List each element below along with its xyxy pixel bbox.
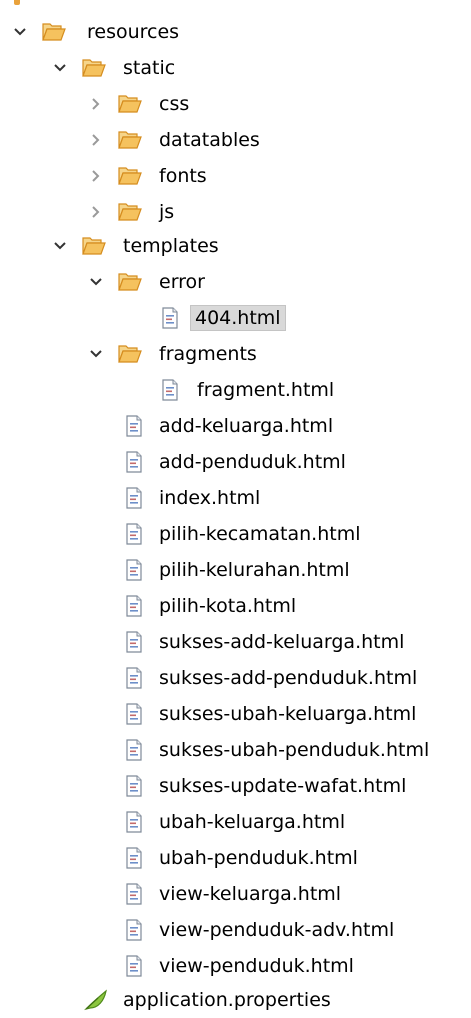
tree-item-file[interactable]: sukses-add-penduduk.html — [0, 660, 471, 696]
html-file-icon — [122, 811, 146, 833]
tree-item-file[interactable]: add-penduduk.html — [0, 444, 471, 480]
folder-open-icon — [118, 271, 142, 293]
tree-item-label: static — [123, 57, 176, 79]
properties-leaf-icon — [84, 989, 108, 1011]
tree-item-templates[interactable]: templates — [0, 228, 471, 264]
chevron-down-icon[interactable] — [12, 24, 28, 40]
html-file-icon — [122, 919, 146, 941]
html-file-icon — [122, 847, 146, 869]
html-file-icon — [122, 559, 146, 581]
html-file-icon — [122, 631, 146, 653]
clipped-folder-fragment — [14, 0, 20, 5]
tree-item-file[interactable]: index.html — [0, 480, 471, 516]
tree-item-label: resources — [87, 21, 180, 43]
tree-item-label: sukses-ubah-keluarga.html — [159, 703, 417, 725]
tree-item-resources[interactable]: resources — [0, 14, 471, 50]
chevron-down-icon[interactable] — [88, 274, 104, 290]
tree-item-file[interactable]: pilih-kelurahan.html — [0, 552, 471, 588]
tree-item-static[interactable]: static — [0, 50, 471, 86]
tree-item-file[interactable]: sukses-add-keluarga.html — [0, 624, 471, 660]
tree-item-label: css — [159, 93, 190, 115]
folder-open-icon — [118, 129, 142, 151]
tree-item-label: pilih-kelurahan.html — [159, 559, 350, 581]
chevron-down-icon[interactable] — [88, 346, 104, 362]
tree-item-label: sukses-update-wafat.html — [159, 775, 407, 797]
tree-item-label: fragments — [159, 343, 257, 365]
chevron-right-icon[interactable] — [88, 96, 104, 112]
html-file-icon — [158, 379, 182, 401]
html-file-icon — [158, 307, 182, 329]
chevron-right-icon[interactable] — [88, 168, 104, 184]
tree-item-file[interactable]: pilih-kota.html — [0, 588, 471, 624]
html-file-icon — [122, 703, 146, 725]
chevron-down-icon[interactable] — [52, 60, 68, 76]
tree-item-js[interactable]: js — [0, 194, 471, 230]
tree-item-label: fragment.html — [197, 379, 335, 401]
chevron-right-icon[interactable] — [88, 204, 104, 220]
tree-item-label: sukses-add-penduduk.html — [159, 667, 418, 689]
tree-item-label: fonts — [159, 165, 207, 187]
html-file-icon — [122, 775, 146, 797]
tree-item-file[interactable]: sukses-update-wafat.html — [0, 768, 471, 804]
html-file-icon — [122, 415, 146, 437]
folder-open-icon — [118, 165, 142, 187]
tree-item-label: view-keluarga.html — [159, 883, 342, 905]
tree-item-label: view-penduduk-adv.html — [159, 919, 395, 941]
html-file-icon — [122, 487, 146, 509]
tree-item-fonts[interactable]: fonts — [0, 158, 471, 194]
tree-item-file[interactable]: view-penduduk.html — [0, 948, 471, 984]
tree-item-file[interactable]: view-keluarga.html — [0, 876, 471, 912]
tree-item-label: add-keluarga.html — [159, 415, 334, 437]
tree-item-application-properties[interactable]: application.properties — [0, 982, 471, 1018]
folder-open-icon — [118, 93, 142, 115]
tree-item-datatables[interactable]: datatables — [0, 122, 471, 158]
tree-item-file[interactable]: sukses-ubah-penduduk.html — [0, 732, 471, 768]
html-file-icon — [122, 883, 146, 905]
tree-item-css[interactable]: css — [0, 86, 471, 122]
tree-item-404-html[interactable]: 404.html — [0, 300, 471, 336]
html-file-icon — [122, 739, 146, 761]
tree-item-fragment-html[interactable]: fragment.html — [0, 372, 471, 408]
chevron-right-icon[interactable] — [88, 132, 104, 148]
tree-item-file[interactable]: view-penduduk-adv.html — [0, 912, 471, 948]
html-file-icon — [122, 595, 146, 617]
tree-item-label: templates — [123, 235, 219, 257]
tree-item-label: pilih-kota.html — [159, 595, 297, 617]
tree-item-label: view-penduduk.html — [159, 955, 354, 977]
tree-item-label: datatables — [159, 129, 260, 151]
tree-item-label: error — [159, 271, 205, 293]
tree-item-label: index.html — [159, 487, 261, 509]
tree-item-label: js — [159, 201, 175, 223]
html-file-icon — [122, 523, 146, 545]
tree-item-file[interactable]: ubah-keluarga.html — [0, 804, 471, 840]
tree-item-fragments[interactable]: fragments — [0, 336, 471, 372]
tree-item-label: sukses-ubah-penduduk.html — [159, 739, 430, 761]
tree-item-file[interactable]: sukses-ubah-keluarga.html — [0, 696, 471, 732]
folder-open-icon — [118, 343, 142, 365]
project-explorer-tree: resources static css datatables fonts js… — [0, 0, 471, 1017]
tree-item-label: add-penduduk.html — [159, 451, 346, 473]
html-file-icon — [122, 451, 146, 473]
tree-item-label: sukses-add-keluarga.html — [159, 631, 405, 653]
folder-open-icon — [118, 201, 142, 223]
folder-open-icon — [82, 235, 106, 257]
tree-item-label: application.properties — [123, 989, 331, 1011]
tree-item-file[interactable]: add-keluarga.html — [0, 408, 471, 444]
tree-item-file[interactable]: pilih-kecamatan.html — [0, 516, 471, 552]
tree-item-error[interactable]: error — [0, 264, 471, 300]
html-file-icon — [122, 667, 146, 689]
tree-item-label: ubah-penduduk.html — [159, 847, 358, 869]
folder-open-icon — [82, 57, 106, 79]
tree-item-file[interactable]: ubah-penduduk.html — [0, 840, 471, 876]
folder-open-icon — [42, 21, 66, 43]
tree-item-label: 404.html — [190, 305, 286, 331]
chevron-down-icon[interactable] — [52, 238, 68, 254]
tree-item-label: ubah-keluarga.html — [159, 811, 346, 833]
tree-item-label: pilih-kecamatan.html — [159, 523, 361, 545]
html-file-icon — [122, 955, 146, 977]
